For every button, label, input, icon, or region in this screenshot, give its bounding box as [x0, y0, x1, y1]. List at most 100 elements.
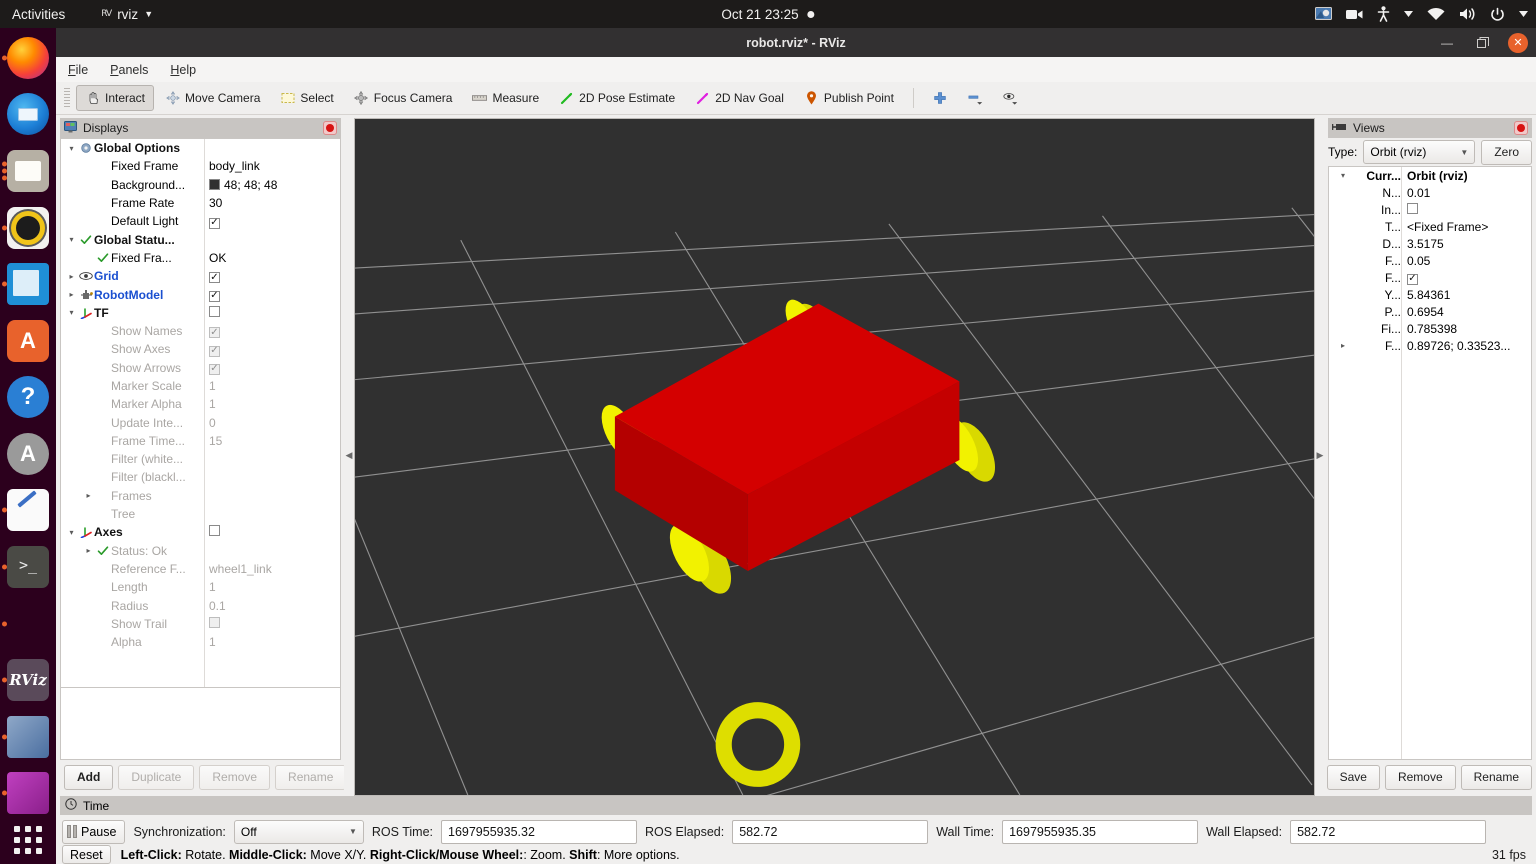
display-tree-row[interactable]: ▾ Global Options	[61, 139, 340, 157]
camera-recording-icon[interactable]	[1346, 8, 1363, 21]
dock-item-text-editor[interactable]	[2, 487, 52, 535]
display-row-value[interactable]: ✓	[209, 214, 220, 229]
view-tree-row[interactable]: Fi... 0.785398	[1329, 320, 1531, 337]
display-tree-row[interactable]: Show Arrows ✓	[61, 359, 340, 377]
dock-item-remmina[interactable]	[2, 713, 52, 761]
dock-item-thunderbird[interactable]	[4, 91, 52, 139]
display-tree-row[interactable]: Fixed Fra... OK	[61, 249, 340, 267]
display-row-value[interactable]: ✓	[209, 342, 220, 357]
displays-tree[interactable]: ▾ Global Options Fixed Frame body_link Backg…	[60, 138, 341, 688]
maximize-button[interactable]	[1472, 32, 1494, 54]
duplicate-display-button[interactable]: Duplicate	[118, 764, 195, 790]
rename-display-button[interactable]: Rename	[275, 764, 347, 790]
display-tree-row[interactable]: Update Inte... 0	[61, 413, 340, 431]
tool-interact-button[interactable]: Interact	[76, 85, 155, 111]
display-row-value[interactable]	[209, 616, 220, 631]
minimize-button[interactable]: —	[1436, 32, 1458, 54]
view-type-dropdown[interactable]: Orbit (rviz) ▼	[1363, 140, 1476, 164]
display-row-value[interactable]: 1	[209, 580, 216, 594]
menu-help[interactable]: Help	[170, 63, 196, 77]
display-tree-row[interactable]: Frame Rate 30	[61, 194, 340, 212]
tool-2d-nav-goal-button[interactable]: 2D Nav Goal	[686, 85, 793, 111]
dock-item-rhythmbox[interactable]	[2, 204, 52, 252]
dock-item-ubuntu-software[interactable]: A	[4, 317, 52, 365]
view-tree-row[interactable]: F... 0.05	[1329, 252, 1531, 269]
dock-item-terminal[interactable]: >_	[2, 543, 52, 591]
display-tree-row[interactable]: Frame Time... 15	[61, 432, 340, 450]
view-tree-row[interactable]: F... ✓	[1329, 269, 1531, 286]
display-row-value[interactable]: ✓	[209, 324, 220, 339]
display-row-value[interactable]: wheel1_link	[209, 562, 272, 576]
tool-focus-camera-button[interactable]: Focus Camera	[345, 85, 462, 111]
expander-icon[interactable]: ▸	[1333, 341, 1353, 350]
screen-share-icon[interactable]	[1315, 6, 1332, 22]
right-splitter-handle[interactable]: ▶	[1315, 115, 1325, 796]
display-row-value[interactable]: ✓	[209, 360, 220, 375]
ros-elapsed-field[interactable]: 582.72	[732, 819, 929, 844]
display-tree-row[interactable]: ▾ Global Statu...	[61, 230, 340, 248]
checkbox[interactable]: ✓	[209, 327, 220, 339]
expander-icon[interactable]: ▾	[65, 528, 78, 537]
display-tree-row[interactable]: ▸ Status: Ok	[61, 542, 340, 560]
dock-item-unknown[interactable]	[2, 600, 52, 648]
dock-item-help[interactable]: ?	[4, 373, 52, 421]
view-row-value[interactable]: 0.6954	[1407, 305, 1444, 319]
display-row-value[interactable]: ✓	[209, 287, 220, 302]
volume-icon[interactable]	[1459, 7, 1476, 21]
remove-tool-button[interactable]	[959, 85, 992, 111]
accessibility-icon[interactable]	[1377, 6, 1390, 22]
view-row-value[interactable]: <Fixed Frame>	[1407, 220, 1488, 234]
expander-icon[interactable]: ▸	[82, 546, 95, 555]
display-row-value[interactable]	[209, 525, 220, 539]
view-tree-row[interactable]: ▸ F... 0.89726; 0.33523...	[1329, 337, 1531, 354]
display-row-value[interactable]: ✓	[209, 269, 220, 284]
zero-view-button[interactable]: Zero	[1481, 139, 1532, 165]
display-tree-row[interactable]: Show Trail	[61, 615, 340, 633]
checkbox[interactable]: ✓	[209, 345, 220, 357]
dock-item-rviz[interactable]: RViz	[2, 656, 52, 704]
expander-icon[interactable]: ▾	[65, 144, 78, 153]
reset-button[interactable]: Reset	[62, 845, 111, 864]
close-icon[interactable]	[323, 121, 337, 135]
remove-display-button[interactable]: Remove	[199, 764, 271, 790]
display-tree-row[interactable]: Default Light ✓	[61, 212, 340, 230]
display-row-value[interactable]: 15	[209, 434, 222, 448]
display-tree-row[interactable]: Marker Alpha 1	[61, 395, 340, 413]
system-status-area[interactable]	[1315, 0, 1528, 28]
power-icon[interactable]	[1490, 7, 1505, 22]
synchronization-dropdown[interactable]: Off ▼	[233, 819, 364, 844]
display-tree-row[interactable]: Alpha 1	[61, 633, 340, 651]
view-row-value[interactable]: 3.5175	[1407, 237, 1444, 251]
checkbox[interactable]: ✓	[209, 290, 220, 302]
checkbox[interactable]: ✓	[209, 272, 220, 284]
wall-time-field[interactable]: 1697955935.35	[1002, 819, 1199, 844]
expander-icon[interactable]: ▸	[65, 290, 78, 299]
dock-item-ubuntu-about[interactable]: A	[4, 430, 52, 478]
display-row-value[interactable]: 30	[209, 196, 222, 210]
display-row-value[interactable]	[209, 305, 220, 320]
view-tree-row[interactable]: T... <Fixed Frame>	[1329, 218, 1531, 235]
view-row-value[interactable]: 0.05	[1407, 254, 1430, 268]
display-tree-row[interactable]: Filter (blackl...	[61, 468, 340, 486]
tool-publish-point-button[interactable]: Publish Point	[795, 85, 903, 111]
rename-view-button[interactable]: Rename	[1460, 764, 1532, 790]
view-row-value[interactable]	[1407, 202, 1418, 217]
display-tree-row[interactable]: ▸ Grid ✓	[61, 267, 340, 285]
display-tree-row[interactable]: Show Axes ✓	[61, 340, 340, 358]
display-tree-row[interactable]: Length 1	[61, 578, 340, 596]
show-applications-button[interactable]	[14, 826, 42, 855]
display-row-value[interactable]: 0	[209, 416, 216, 430]
expander-icon[interactable]: ▾	[65, 308, 78, 317]
checkbox[interactable]: ✓	[1407, 273, 1418, 285]
expander-icon[interactable]: ▾	[1333, 171, 1353, 180]
checkbox[interactable]	[209, 305, 220, 317]
tool-properties-button[interactable]	[994, 85, 1027, 111]
wall-elapsed-field[interactable]: 582.72	[1290, 819, 1487, 844]
remove-view-button[interactable]: Remove	[1384, 764, 1456, 790]
tool-select-button[interactable]: Select	[271, 85, 342, 111]
display-row-value[interactable]: 48; 48; 48	[209, 178, 277, 192]
render-viewport-3d[interactable]	[354, 118, 1315, 796]
expander-icon[interactable]: ▾	[65, 235, 78, 244]
checkbox[interactable]	[209, 616, 220, 628]
system-menu-caret-icon[interactable]	[1519, 11, 1528, 17]
